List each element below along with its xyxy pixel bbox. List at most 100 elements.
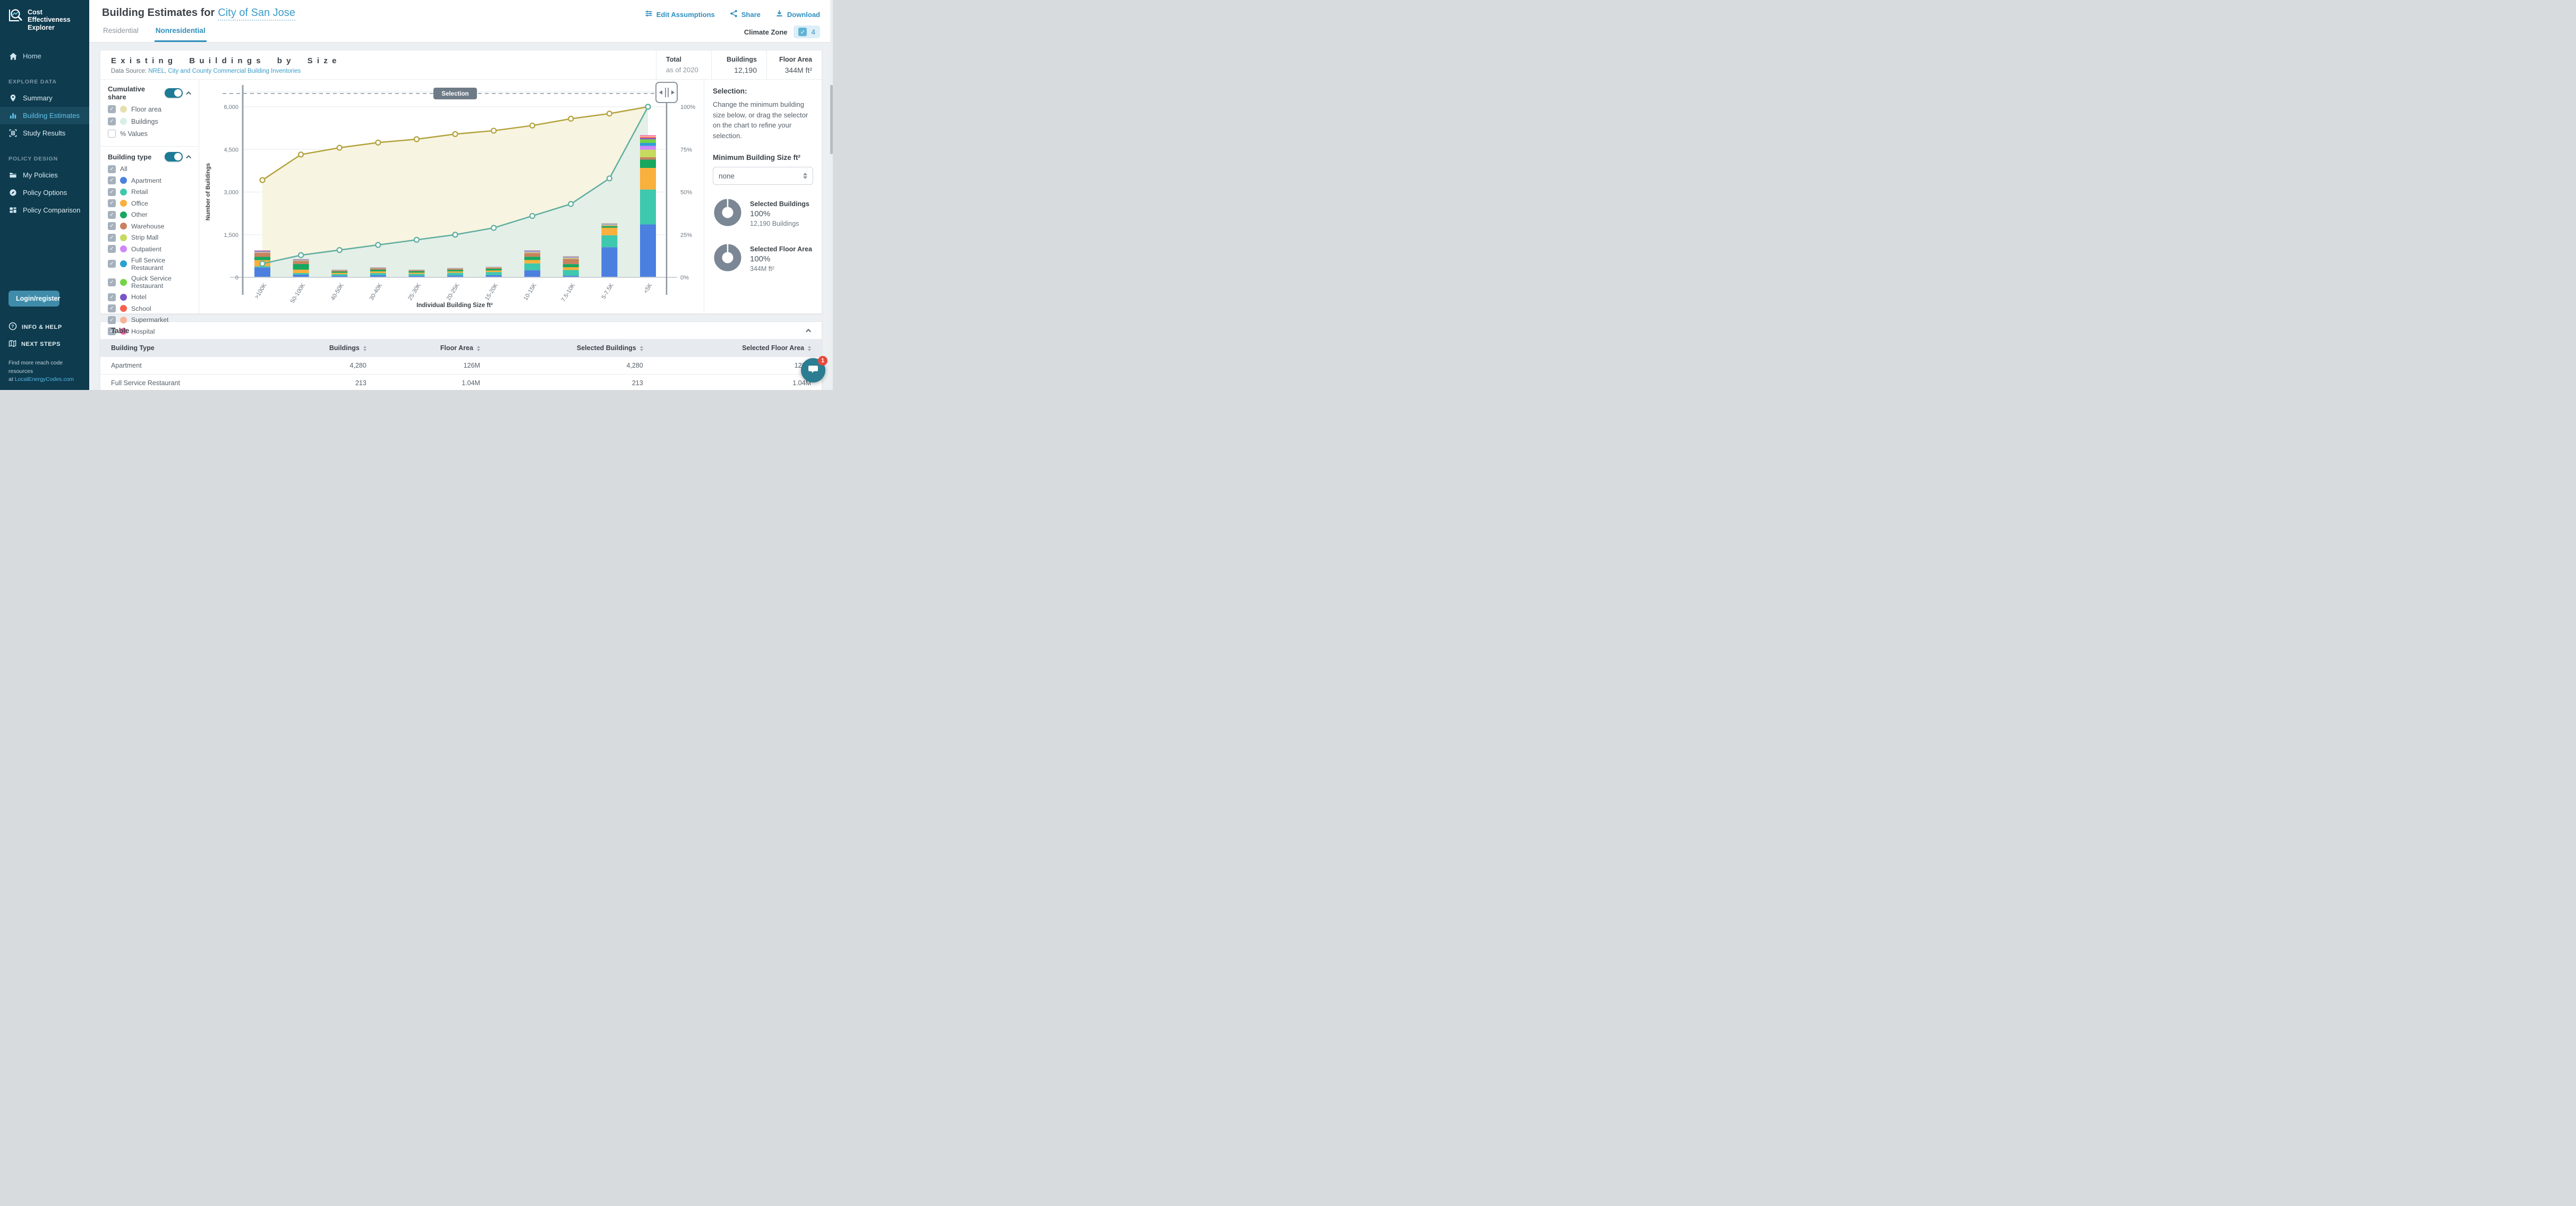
download-button[interactable]: Download <box>775 10 820 19</box>
checkbox[interactable]: ✓ <box>108 211 116 219</box>
app-logo[interactable]: Cost Effectiveness Explorer <box>0 0 89 31</box>
min-building-size-label: Minimum Building Size ft² <box>713 154 813 162</box>
checkbox[interactable]: ✓ <box>108 117 116 125</box>
sidebar-spacer <box>0 219 89 291</box>
bar-segment-outpatient <box>293 260 309 261</box>
line-marker <box>453 232 458 237</box>
checkbox[interactable]: ✓ <box>108 278 116 286</box>
content-area: Existing Buildings by Size Data Source: … <box>89 43 833 390</box>
bar-segment-warehouse <box>640 157 656 160</box>
selection-description: Change the minimum building size below, … <box>713 99 813 141</box>
bar-segment-full_service_restaurant <box>640 143 656 146</box>
legend-item-office: ✓Office <box>108 199 191 207</box>
line-marker <box>530 123 535 128</box>
checkbox[interactable]: ✓ <box>108 222 116 230</box>
bar-segment-warehouse <box>447 269 463 270</box>
sidebar-item-home[interactable]: Home <box>0 47 89 65</box>
checkbox[interactable]: ✓ <box>108 304 116 312</box>
legend-item-outpatient: ✓Outpatient <box>108 245 191 253</box>
data-source-link[interactable]: NREL, City and County Commercial Buildin… <box>148 68 301 74</box>
city-selector-link[interactable]: City of San Jose <box>218 7 295 21</box>
cell-building-type: Apartment <box>100 357 268 375</box>
legend-label: Quick Service Restaurant <box>131 275 191 290</box>
sidebar-section-explore-data: EXPLORE DATA <box>8 79 81 85</box>
collapse-chevron-icon[interactable] <box>186 155 191 160</box>
checkbox[interactable]: ✓ <box>108 176 116 184</box>
x-tick-label: 20-25K <box>446 282 461 302</box>
column-header-selected-buildings[interactable]: Selected Buildings <box>491 339 654 357</box>
local-energy-codes-link[interactable]: LocalEnergyCodes.com <box>15 376 74 383</box>
sidebar-item-policy-comparison[interactable]: Policy Comparison <box>0 201 89 219</box>
bar-segment-strip_mall <box>524 252 540 253</box>
selection-panel: Selection: Change the minimum building s… <box>704 80 822 313</box>
map-icon <box>8 339 16 349</box>
sidebar-item-building-estimates[interactable]: Building Estimates <box>0 107 89 124</box>
cumulative-share-box: Cumulative share ✓Floor area✓Buildings% … <box>100 80 199 147</box>
bar-segment-full_service_restaurant <box>524 251 540 252</box>
stat-label: Total <box>666 56 702 63</box>
selection-handle-right[interactable] <box>656 82 677 295</box>
tab-bar: Residential Nonresidential <box>102 20 207 42</box>
bar-segment-retail <box>563 270 579 276</box>
tab-nonresidential[interactable]: Nonresidential <box>155 20 207 42</box>
column-label: Selected Floor Area <box>742 344 804 352</box>
checkbox[interactable]: ✓ <box>108 199 116 207</box>
legend-label: School <box>131 305 151 312</box>
checkbox[interactable]: ✓ <box>108 234 116 242</box>
table-collapse-chevron-icon[interactable] <box>806 329 811 334</box>
bar-segment-retail <box>640 190 656 225</box>
bar-segment-strip_mall <box>447 268 463 269</box>
login-register-button[interactable]: Login/register <box>8 291 59 307</box>
cell-building-type: Full Service Restaurant <box>100 375 268 390</box>
cumulative-share-toggle[interactable] <box>165 88 183 98</box>
line-marker <box>260 261 265 266</box>
sidebar-item-info-help[interactable]: ? INFO & HELP <box>0 318 89 336</box>
column-header-selected-floor-area[interactable]: Selected Floor Area <box>654 339 822 357</box>
checkbox[interactable]: ✓ <box>108 188 116 196</box>
document-scan-icon <box>8 129 18 138</box>
intercom-chat-button[interactable]: 1 <box>801 358 825 383</box>
y-left-tick-label: 6,000 <box>224 104 238 111</box>
checkbox[interactable]: ✓ <box>108 293 116 301</box>
building-type-title: Building type <box>108 153 151 161</box>
min-building-size-select[interactable]: none <box>713 167 813 185</box>
tab-residential[interactable]: Residential <box>102 20 140 42</box>
sidebar-item-my-policies[interactable]: My Policies <box>0 166 89 184</box>
climate-zone-checkbox[interactable]: ✓ <box>798 28 807 36</box>
sidebar-item-label: NEXT STEPS <box>21 341 61 347</box>
checkbox[interactable]: ✓ <box>108 316 116 324</box>
x-tick-label: 30-40K <box>368 282 383 302</box>
map-pin-icon <box>8 94 18 103</box>
sidebar-item-summary[interactable]: Summary <box>0 89 89 107</box>
checkbox[interactable]: ✓ <box>108 165 116 173</box>
sidebar-item-study-results[interactable]: Study Results <box>0 124 89 142</box>
scrollbar-thumb[interactable] <box>830 85 833 154</box>
bar-segment-strip_mall <box>293 260 309 261</box>
cell-value: 4,280 <box>491 357 654 375</box>
climate-zone-chip[interactable]: ✓ 4 <box>794 26 820 38</box>
select-value: none <box>719 172 735 180</box>
y-right-tick-label: 100% <box>680 104 695 111</box>
checkbox[interactable]: ✓ <box>108 260 116 268</box>
color-dot <box>120 211 127 218</box>
column-header-buildings[interactable]: Buildings <box>268 339 377 357</box>
column-label: Buildings <box>329 344 360 352</box>
edit-assumptions-button[interactable]: Edit Assumptions <box>645 10 715 19</box>
checkbox[interactable]: ✓ <box>108 245 116 253</box>
stat-label: Buildings <box>721 56 757 63</box>
line-marker <box>607 111 612 116</box>
sidebar-item-policy-options[interactable]: Policy Options <box>0 184 89 201</box>
bar-segment-apartment <box>524 270 540 277</box>
checkbox[interactable] <box>108 130 116 138</box>
building-type-toggle[interactable] <box>165 152 183 162</box>
column-header-floor-area[interactable]: Floor Area <box>377 339 491 357</box>
sidebar: Cost Effectiveness Explorer Home EXPLORE… <box>0 0 89 390</box>
checkbox[interactable]: ✓ <box>108 105 116 113</box>
share-button[interactable]: Share <box>730 10 761 19</box>
main-area: Building Estimates forCity of San Jose E… <box>89 0 833 390</box>
sidebar-item-next-steps[interactable]: NEXT STEPS <box>0 336 89 353</box>
collapse-chevron-icon[interactable] <box>186 91 191 96</box>
page-header: Building Estimates forCity of San Jose E… <box>89 0 833 43</box>
bar-segment-other <box>447 270 463 271</box>
bar-segment-office <box>331 273 347 274</box>
